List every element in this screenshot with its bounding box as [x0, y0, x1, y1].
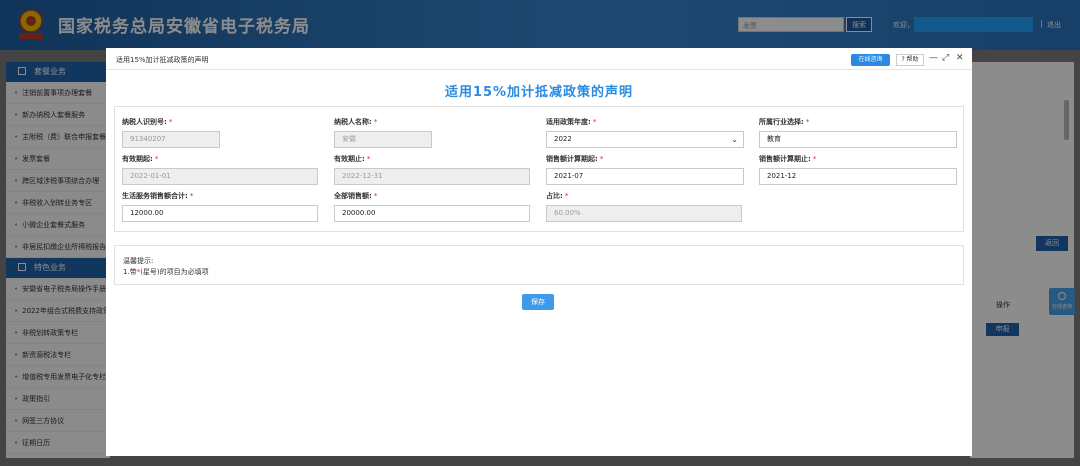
- dialog-titlebar: 适用15%加计抵减政策的声明 在线咨询 ? 帮助 — ⤢ ✕: [106, 48, 972, 70]
- total-sales-input[interactable]: 20000.00: [334, 205, 530, 222]
- help-button[interactable]: ? 帮助: [896, 54, 924, 66]
- field-label: 销售额计算期起: *: [546, 155, 604, 163]
- field-label: 纳税人名称: *: [334, 118, 378, 126]
- ratio-field: 占比: * 60.00%: [546, 191, 742, 222]
- close-icon[interactable]: ✕: [956, 53, 964, 63]
- total-sales-field: 全部销售额: * 20000.00: [334, 191, 530, 222]
- field-label: 有效期止: *: [334, 155, 371, 163]
- sales-to-field: 销售额计算期止: * 2021-12: [759, 154, 957, 185]
- field-label: 适用政策年度: *: [546, 118, 597, 126]
- taxpayer-id-field: 纳税人识别号: * 91340207: [122, 117, 220, 148]
- industry-field: 所属行业选择: * 教育: [759, 117, 957, 148]
- life-service-sales-input[interactable]: 12000.00: [122, 205, 318, 222]
- valid-to-input: 2022-12-31: [334, 168, 530, 185]
- ratio-input: 60.00%: [546, 205, 742, 222]
- tips-text: 1.带*(星号)的项目为必填项: [123, 268, 209, 276]
- tips-title: 温馨提示:: [123, 257, 154, 265]
- field-label: 占比: *: [546, 192, 569, 200]
- declaration-dialog: 适用15%加计抵减政策的声明 在线咨询 ? 帮助 — ⤢ ✕ 适用15%加计抵减…: [106, 48, 972, 456]
- life-service-sales-field: 生活服务销售额合计: * 12000.00: [122, 191, 318, 222]
- dialog-title: 适用15%加计抵减政策的声明: [116, 56, 209, 64]
- policy-year-field: 适用政策年度: * 2022 ⌄: [546, 117, 744, 148]
- minimize-icon[interactable]: —: [929, 53, 938, 63]
- tips-box: 温馨提示: 1.带*(星号)的项目为必填项: [114, 245, 964, 285]
- industry-input[interactable]: 教育: [759, 131, 957, 148]
- field-label: 所属行业选择: *: [759, 118, 810, 126]
- sales-to-input[interactable]: 2021-12: [759, 168, 957, 185]
- sales-from-input[interactable]: 2021-07: [546, 168, 744, 185]
- field-label: 纳税人识别号: *: [122, 118, 173, 126]
- chevron-down-icon: ⌄: [731, 135, 738, 144]
- declaration-form: 纳税人识别号: * 91340207 纳税人名称: * 安徽 适用政策年度: * 20…: [114, 106, 964, 232]
- valid-from-field: 有效期起: * 2022-01-01: [122, 154, 318, 185]
- valid-to-field: 有效期止: * 2022-12-31: [334, 154, 530, 185]
- field-label: 有效期起: *: [122, 155, 159, 163]
- taxpayer-name-field: 纳税人名称: * 安徽: [334, 117, 432, 148]
- taxpayer-name-input: 安徽: [334, 131, 432, 148]
- taxpayer-id-input: 91340207: [122, 131, 220, 148]
- save-button[interactable]: 保存: [522, 294, 554, 310]
- field-label: 全部销售额: *: [334, 192, 378, 200]
- online-consult-button[interactable]: 在线咨询: [851, 54, 890, 66]
- valid-from-input: 2022-01-01: [122, 168, 318, 185]
- policy-year-select[interactable]: 2022 ⌄: [546, 131, 744, 148]
- field-label: 销售额计算期止: *: [759, 155, 817, 163]
- form-heading: 适用15%加计抵减政策的声明: [444, 85, 634, 100]
- maximize-icon[interactable]: ⤢: [942, 53, 949, 63]
- field-label: 生活服务销售额合计: *: [122, 192, 194, 200]
- sales-from-field: 销售额计算期起: * 2021-07: [546, 154, 744, 185]
